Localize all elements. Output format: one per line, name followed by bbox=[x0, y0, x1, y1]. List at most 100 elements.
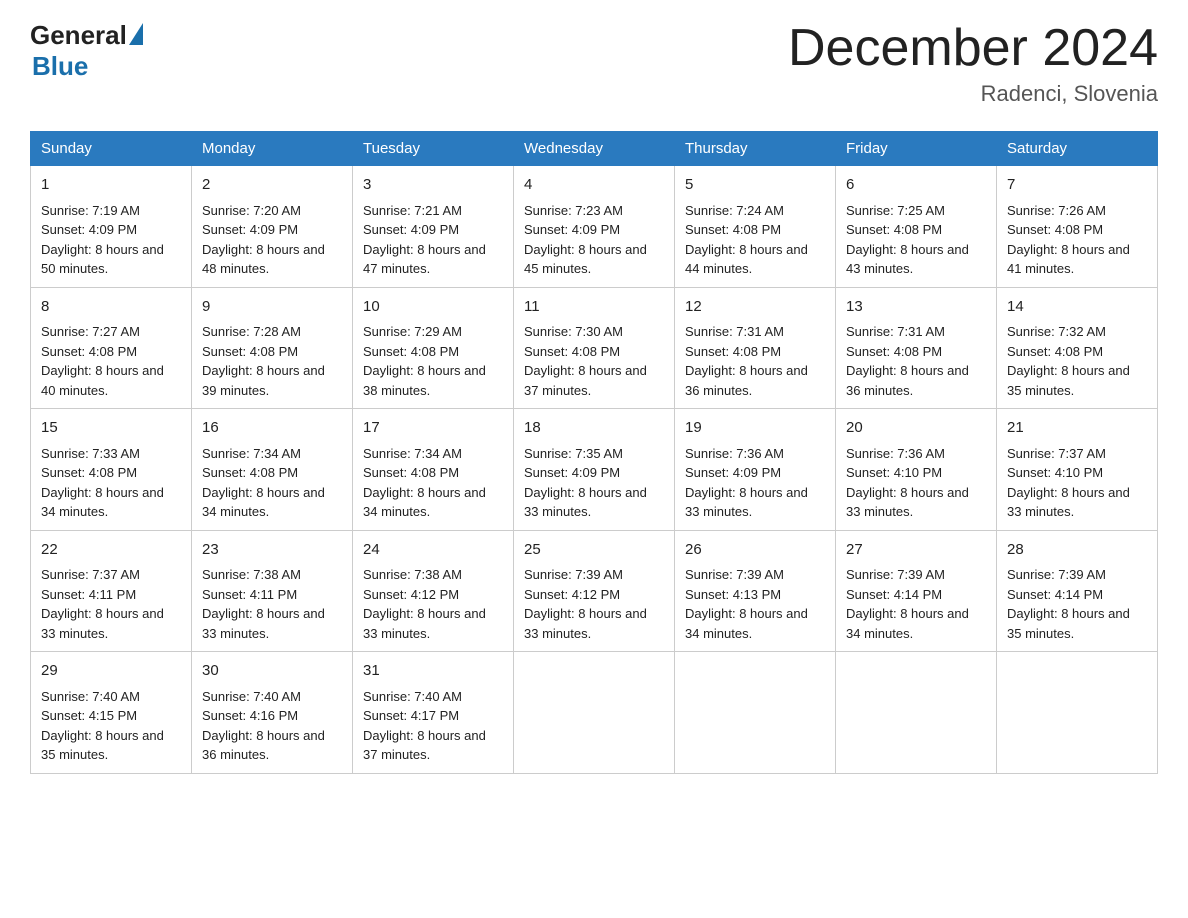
sunset-text: Sunset: 4:08 PM bbox=[41, 344, 137, 359]
calendar-cell: 27 Sunrise: 7:39 AM Sunset: 4:14 PM Dayl… bbox=[836, 530, 997, 652]
sunset-text: Sunset: 4:08 PM bbox=[846, 222, 942, 237]
daylight-text: Daylight: 8 hours and 37 minutes. bbox=[524, 363, 647, 398]
calendar-cell bbox=[675, 652, 836, 774]
calendar-cell: 10 Sunrise: 7:29 AM Sunset: 4:08 PM Dayl… bbox=[353, 287, 514, 409]
calendar-cell: 26 Sunrise: 7:39 AM Sunset: 4:13 PM Dayl… bbox=[675, 530, 836, 652]
calendar-cell: 15 Sunrise: 7:33 AM Sunset: 4:08 PM Dayl… bbox=[31, 409, 192, 531]
calendar-table: SundayMondayTuesdayWednesdayThursdayFrid… bbox=[30, 131, 1158, 774]
sunrise-text: Sunrise: 7:38 AM bbox=[363, 567, 462, 582]
sunset-text: Sunset: 4:08 PM bbox=[524, 344, 620, 359]
calendar-cell: 7 Sunrise: 7:26 AM Sunset: 4:08 PM Dayli… bbox=[997, 166, 1158, 288]
daylight-text: Daylight: 8 hours and 36 minutes. bbox=[846, 363, 969, 398]
daylight-text: Daylight: 8 hours and 34 minutes. bbox=[363, 485, 486, 520]
header-day-thursday: Thursday bbox=[675, 132, 836, 166]
day-number: 11 bbox=[524, 296, 664, 319]
sunrise-text: Sunrise: 7:36 AM bbox=[685, 446, 784, 461]
calendar-cell: 9 Sunrise: 7:28 AM Sunset: 4:08 PM Dayli… bbox=[192, 287, 353, 409]
day-number: 15 bbox=[41, 417, 181, 440]
calendar-cell: 25 Sunrise: 7:39 AM Sunset: 4:12 PM Dayl… bbox=[514, 530, 675, 652]
day-number: 20 bbox=[846, 417, 986, 440]
daylight-text: Daylight: 8 hours and 47 minutes. bbox=[363, 242, 486, 277]
sunset-text: Sunset: 4:08 PM bbox=[1007, 222, 1103, 237]
logo-triangle-icon bbox=[129, 23, 143, 45]
sunrise-text: Sunrise: 7:29 AM bbox=[363, 324, 462, 339]
calendar-cell: 2 Sunrise: 7:20 AM Sunset: 4:09 PM Dayli… bbox=[192, 166, 353, 288]
daylight-text: Daylight: 8 hours and 43 minutes. bbox=[846, 242, 969, 277]
sunrise-text: Sunrise: 7:35 AM bbox=[524, 446, 623, 461]
calendar-week-5: 29 Sunrise: 7:40 AM Sunset: 4:15 PM Dayl… bbox=[31, 652, 1158, 774]
sunrise-text: Sunrise: 7:40 AM bbox=[41, 689, 140, 704]
calendar-week-3: 15 Sunrise: 7:33 AM Sunset: 4:08 PM Dayl… bbox=[31, 409, 1158, 531]
calendar-cell: 20 Sunrise: 7:36 AM Sunset: 4:10 PM Dayl… bbox=[836, 409, 997, 531]
sunset-text: Sunset: 4:08 PM bbox=[363, 465, 459, 480]
title-block: December 2024 Radenci, Slovenia bbox=[788, 20, 1158, 107]
logo-general-text: General bbox=[30, 20, 127, 51]
calendar-cell: 13 Sunrise: 7:31 AM Sunset: 4:08 PM Dayl… bbox=[836, 287, 997, 409]
calendar-cell: 31 Sunrise: 7:40 AM Sunset: 4:17 PM Dayl… bbox=[353, 652, 514, 774]
header-day-saturday: Saturday bbox=[997, 132, 1158, 166]
sunset-text: Sunset: 4:09 PM bbox=[685, 465, 781, 480]
calendar-week-4: 22 Sunrise: 7:37 AM Sunset: 4:11 PM Dayl… bbox=[31, 530, 1158, 652]
logo: General Blue bbox=[30, 20, 143, 82]
calendar-cell bbox=[514, 652, 675, 774]
day-number: 25 bbox=[524, 539, 664, 562]
sunrise-text: Sunrise: 7:21 AM bbox=[363, 203, 462, 218]
calendar-cell bbox=[997, 652, 1158, 774]
day-number: 29 bbox=[41, 660, 181, 683]
day-number: 13 bbox=[846, 296, 986, 319]
day-number: 27 bbox=[846, 539, 986, 562]
logo-blue-text: Blue bbox=[32, 51, 88, 82]
sunset-text: Sunset: 4:08 PM bbox=[363, 344, 459, 359]
calendar-cell: 24 Sunrise: 7:38 AM Sunset: 4:12 PM Dayl… bbox=[353, 530, 514, 652]
daylight-text: Daylight: 8 hours and 44 minutes. bbox=[685, 242, 808, 277]
daylight-text: Daylight: 8 hours and 33 minutes. bbox=[202, 606, 325, 641]
sunrise-text: Sunrise: 7:27 AM bbox=[41, 324, 140, 339]
sunset-text: Sunset: 4:08 PM bbox=[41, 465, 137, 480]
header-row: SundayMondayTuesdayWednesdayThursdayFrid… bbox=[31, 132, 1158, 166]
sunrise-text: Sunrise: 7:33 AM bbox=[41, 446, 140, 461]
sunset-text: Sunset: 4:14 PM bbox=[846, 587, 942, 602]
day-number: 28 bbox=[1007, 539, 1147, 562]
sunrise-text: Sunrise: 7:34 AM bbox=[202, 446, 301, 461]
sunset-text: Sunset: 4:10 PM bbox=[846, 465, 942, 480]
day-number: 17 bbox=[363, 417, 503, 440]
sunset-text: Sunset: 4:13 PM bbox=[685, 587, 781, 602]
day-number: 23 bbox=[202, 539, 342, 562]
day-number: 14 bbox=[1007, 296, 1147, 319]
sunset-text: Sunset: 4:12 PM bbox=[363, 587, 459, 602]
sunrise-text: Sunrise: 7:39 AM bbox=[846, 567, 945, 582]
page-header: General Blue December 2024 Radenci, Slov… bbox=[30, 20, 1158, 107]
daylight-text: Daylight: 8 hours and 34 minutes. bbox=[846, 606, 969, 641]
daylight-text: Daylight: 8 hours and 34 minutes. bbox=[685, 606, 808, 641]
day-number: 3 bbox=[363, 174, 503, 197]
day-number: 12 bbox=[685, 296, 825, 319]
calendar-cell: 21 Sunrise: 7:37 AM Sunset: 4:10 PM Dayl… bbox=[997, 409, 1158, 531]
daylight-text: Daylight: 8 hours and 50 minutes. bbox=[41, 242, 164, 277]
day-number: 31 bbox=[363, 660, 503, 683]
day-number: 2 bbox=[202, 174, 342, 197]
calendar-cell: 1 Sunrise: 7:19 AM Sunset: 4:09 PM Dayli… bbox=[31, 166, 192, 288]
daylight-text: Daylight: 8 hours and 34 minutes. bbox=[202, 485, 325, 520]
daylight-text: Daylight: 8 hours and 33 minutes. bbox=[363, 606, 486, 641]
day-number: 4 bbox=[524, 174, 664, 197]
day-number: 19 bbox=[685, 417, 825, 440]
daylight-text: Daylight: 8 hours and 36 minutes. bbox=[202, 728, 325, 763]
calendar-cell: 19 Sunrise: 7:36 AM Sunset: 4:09 PM Dayl… bbox=[675, 409, 836, 531]
daylight-text: Daylight: 8 hours and 38 minutes. bbox=[363, 363, 486, 398]
calendar-cell: 22 Sunrise: 7:37 AM Sunset: 4:11 PM Dayl… bbox=[31, 530, 192, 652]
calendar-cell: 8 Sunrise: 7:27 AM Sunset: 4:08 PM Dayli… bbox=[31, 287, 192, 409]
sunset-text: Sunset: 4:09 PM bbox=[363, 222, 459, 237]
daylight-text: Daylight: 8 hours and 33 minutes. bbox=[524, 485, 647, 520]
daylight-text: Daylight: 8 hours and 33 minutes. bbox=[846, 485, 969, 520]
sunrise-text: Sunrise: 7:39 AM bbox=[1007, 567, 1106, 582]
sunset-text: Sunset: 4:08 PM bbox=[685, 222, 781, 237]
day-number: 18 bbox=[524, 417, 664, 440]
sunset-text: Sunset: 4:17 PM bbox=[363, 708, 459, 723]
sunset-text: Sunset: 4:15 PM bbox=[41, 708, 137, 723]
sunrise-text: Sunrise: 7:36 AM bbox=[846, 446, 945, 461]
sunset-text: Sunset: 4:09 PM bbox=[524, 222, 620, 237]
day-number: 26 bbox=[685, 539, 825, 562]
daylight-text: Daylight: 8 hours and 40 minutes. bbox=[41, 363, 164, 398]
sunrise-text: Sunrise: 7:40 AM bbox=[363, 689, 462, 704]
sunset-text: Sunset: 4:09 PM bbox=[202, 222, 298, 237]
